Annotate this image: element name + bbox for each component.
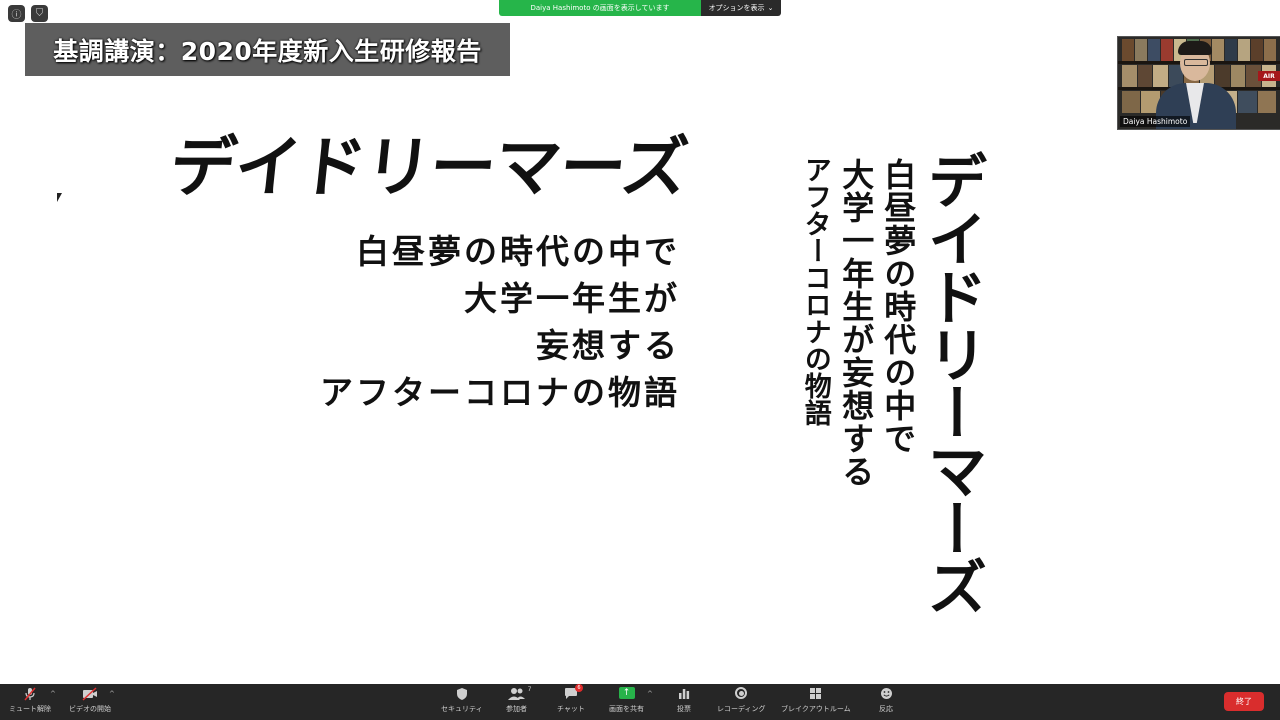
subtitle-line: 大学一年生が (464, 279, 680, 318)
participants-count: 7 (527, 686, 532, 693)
meeting-toolbar: ミュート解除 ^ ビデオの開始 ^ セキュリティ 7 参加者 6 チャット ↑ … (0, 684, 1280, 720)
start-video-label: ビデオの開始 (69, 705, 111, 713)
share-screen-icon: ↑ (618, 687, 635, 701)
chevron-up-icon[interactable]: ^ (647, 690, 653, 698)
caption-text: 基調講演：2020年度新入生研修報告 (53, 36, 482, 66)
poll-icon (678, 687, 690, 701)
person-glasses (1184, 59, 1208, 66)
participants-button[interactable]: 7 参加者 (506, 686, 532, 714)
security-button[interactable]: セキュリティ (441, 687, 483, 714)
top-left-icons: ⓘ ⛉ (8, 5, 48, 22)
chevron-up-icon[interactable]: ^ (109, 690, 115, 698)
shield-icon (456, 687, 468, 701)
chat-label: チャット (557, 705, 585, 713)
person-hair (1178, 41, 1212, 55)
view-options-label: オプションを表示 (708, 4, 765, 12)
shield-icon[interactable]: ⛉ (31, 5, 48, 22)
chat-button[interactable]: 6 チャット (557, 684, 585, 714)
slide-title-vertical: デイドリーマーズ (917, 150, 987, 614)
sharing-status-text: Daiya Hashimoto の画面を表示しています (499, 0, 701, 16)
background-sign: AIR (1258, 71, 1280, 81)
record-icon (735, 687, 748, 701)
security-label: セキュリティ (441, 705, 483, 713)
participant-name-label: Daiya Hashimoto (1120, 116, 1191, 127)
microphone-muted-icon (23, 687, 37, 701)
poll-label: 投票 (677, 705, 691, 713)
poll-button[interactable]: 投票 (677, 687, 691, 714)
view-options-button[interactable]: オプションを表示 ⌄ (701, 0, 781, 16)
chat-unread-badge: 6 (574, 684, 583, 692)
breakout-rooms-icon (809, 687, 822, 701)
screen-share-banner: Daiya Hashimoto の画面を表示しています オプションを表示 ⌄ (499, 0, 781, 16)
start-video-button[interactable]: ビデオの開始 (69, 687, 111, 714)
unmute-button[interactable]: ミュート解除 (9, 687, 51, 714)
reactions-label: 反応 (879, 705, 893, 713)
participants-icon: 7 (507, 686, 532, 701)
record-button[interactable]: レコーディング (717, 687, 766, 714)
breakout-rooms-button[interactable]: ブレイクアウトルーム (781, 687, 851, 714)
reactions-button[interactable]: 反応 (879, 687, 893, 714)
chevron-up-icon[interactable]: ^ (50, 690, 56, 698)
slide-title-horizontal: デイドリーマーズ (166, 129, 691, 206)
camera-off-icon (82, 687, 98, 701)
vertical-subtitle-line: アフターコロナの物語 (799, 156, 831, 426)
info-icon[interactable]: ⓘ (8, 5, 25, 22)
breakout-rooms-label: ブレイクアウトルーム (781, 705, 851, 713)
vertical-subtitle-line: 白昼夢の時代の中で (879, 158, 918, 455)
mouse-cursor-icon (57, 193, 62, 202)
share-screen-button[interactable]: ↑ 画面を共有 (609, 687, 644, 714)
broadcast-caption: 基調講演：2020年度新入生研修報告 (25, 23, 510, 76)
chevron-down-icon: ⌄ (767, 4, 774, 12)
end-meeting-button[interactable]: 終了 (1224, 692, 1264, 711)
participants-label: 参加者 (506, 705, 527, 713)
subtitle-line: 白昼夢の時代の中で (356, 232, 680, 271)
subtitle-line: アフターコロナの物語 (320, 373, 680, 412)
record-label: レコーディング (717, 705, 766, 713)
share-screen-label: 画面を共有 (609, 705, 644, 713)
chat-icon: 6 (564, 684, 583, 701)
smiley-icon (880, 687, 893, 701)
participant-video[interactable]: AIR Daiya Hashimoto (1117, 36, 1280, 130)
vertical-subtitle-line: 大学一年生が妄想する (837, 158, 876, 488)
slide-subtitle-horizontal: 白昼夢の時代の中で 大学一年生が 妄想する アフターコロナの物語 (320, 228, 680, 416)
unmute-label: ミュート解除 (9, 705, 51, 713)
subtitle-line: 妄想する (536, 326, 680, 365)
